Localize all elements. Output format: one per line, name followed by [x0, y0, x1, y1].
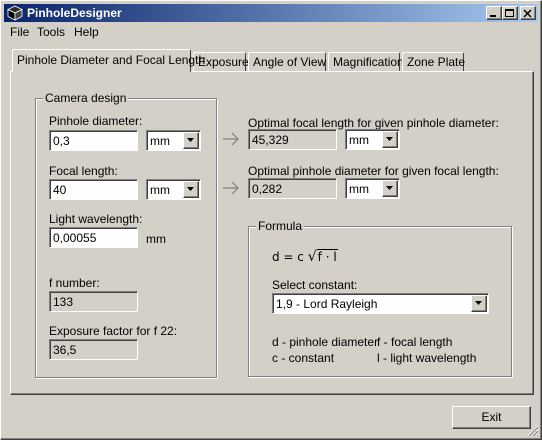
- app-window: PinholeDesigner File Tools Help Pinhole …: [0, 0, 542, 440]
- select-constant-label: Select constant:: [272, 278, 358, 292]
- formula-lhs: d = c: [272, 250, 304, 264]
- optimal-focal-length-output: 45,329: [248, 129, 337, 150]
- maximize-button[interactable]: [502, 6, 518, 20]
- f-number-label: f number:: [49, 276, 100, 290]
- focal-length-input[interactable]: 40: [49, 179, 138, 200]
- arrow-right-icon: [223, 181, 239, 195]
- arrow-right-icon: [223, 132, 239, 146]
- dropdown-button[interactable]: [183, 181, 199, 198]
- dropdown-button[interactable]: [382, 180, 398, 197]
- dropdown-button[interactable]: [183, 132, 199, 149]
- close-icon: [523, 9, 532, 18]
- optimal-pinhole-diameter-unit-value: mm: [349, 182, 369, 196]
- tab-pinhole-diameter-focal-length[interactable]: Pinhole Diameter and Focal Length: [12, 49, 205, 72]
- app-cube-icon: [7, 5, 23, 21]
- light-wavelength-input[interactable]: 0,00055: [49, 227, 138, 248]
- tab-strip: Pinhole Diameter and Focal Length Exposu…: [1, 49, 542, 73]
- camera-design-legend: Camera design: [43, 91, 129, 105]
- legend-pinhole-diameter: d - pinhole diameter: [272, 335, 379, 349]
- pinhole-diameter-label: Pinhole diameter:: [49, 114, 143, 128]
- pinhole-diameter-unit-select[interactable]: mm: [146, 130, 201, 151]
- formula-radicand: f · l: [316, 249, 338, 264]
- window-title: PinholeDesigner: [27, 6, 122, 20]
- constant-select[interactable]: 1,9 - Lord Rayleigh: [272, 293, 489, 314]
- maximize-icon: [505, 9, 514, 17]
- focal-length-label: Focal length:: [49, 164, 118, 178]
- chevron-down-icon: [187, 138, 194, 142]
- title-bar[interactable]: PinholeDesigner: [4, 4, 538, 22]
- dropdown-button[interactable]: [471, 295, 487, 312]
- resize-grip-icon[interactable]: [527, 425, 539, 437]
- legend-focal-length: f - focal length: [377, 335, 453, 349]
- camera-design-group: Camera design Pinhole diameter: 0,3 mm F…: [35, 91, 217, 378]
- tab-angle-of-view[interactable]: Angle of View: [248, 52, 326, 71]
- tab-magnification[interactable]: Magnification: [328, 52, 404, 71]
- formula-group: Formula d = c √f · l Select constant: 1,…: [248, 219, 512, 377]
- light-wavelength-label: Light wavelength:: [49, 212, 143, 226]
- sqrt-icon: √: [307, 249, 317, 265]
- chevron-down-icon: [475, 301, 482, 305]
- chevron-down-icon: [386, 186, 393, 190]
- legend-constant: c - constant: [272, 351, 335, 365]
- exposure-factor-output: 36,5: [49, 339, 138, 360]
- tab-zone-plate[interactable]: Zone Plate: [402, 52, 465, 71]
- dropdown-button[interactable]: [382, 131, 398, 148]
- menu-tools[interactable]: Tools: [37, 25, 65, 39]
- chevron-down-icon: [386, 137, 393, 141]
- optimal-pinhole-diameter-label: Optimal pinhole diameter for given focal…: [248, 164, 499, 178]
- focal-length-unit-value: mm: [150, 183, 170, 197]
- optimal-focal-length-unit-select[interactable]: mm: [345, 129, 400, 150]
- minimize-icon: [490, 15, 496, 17]
- menu-help[interactable]: Help: [74, 25, 99, 39]
- optimal-focal-length-unit-value: mm: [349, 133, 369, 147]
- constant-select-value: 1,9 - Lord Rayleigh: [276, 297, 378, 311]
- exit-button[interactable]: Exit: [452, 406, 531, 429]
- f-number-output: 133: [49, 291, 138, 312]
- focal-length-unit-select[interactable]: mm: [146, 179, 201, 200]
- legend-light-wavelength: l - light wavelength: [377, 351, 477, 365]
- pinhole-diameter-input[interactable]: 0,3: [49, 130, 138, 151]
- formula-equation: d = c √f · l: [272, 249, 338, 265]
- menu-file[interactable]: File: [10, 25, 29, 39]
- close-button[interactable]: [520, 6, 536, 20]
- pinhole-diameter-unit-value: mm: [150, 134, 170, 148]
- exposure-factor-label: Exposure factor for f 22:: [49, 324, 178, 338]
- menu-bar: File Tools Help: [4, 23, 538, 41]
- optimal-pinhole-diameter-output: 0,282: [248, 178, 337, 199]
- tab-panel: Camera design Pinhole diameter: 0,3 mm F…: [10, 71, 534, 395]
- minimize-button[interactable]: [486, 6, 502, 20]
- chevron-down-icon: [187, 187, 194, 191]
- formula-legend: Formula: [256, 219, 305, 233]
- optimal-pinhole-diameter-unit-select[interactable]: mm: [345, 178, 400, 199]
- light-wavelength-unit: mm: [146, 232, 166, 246]
- optimal-focal-length-label: Optimal focal length for given pinhole d…: [248, 116, 499, 130]
